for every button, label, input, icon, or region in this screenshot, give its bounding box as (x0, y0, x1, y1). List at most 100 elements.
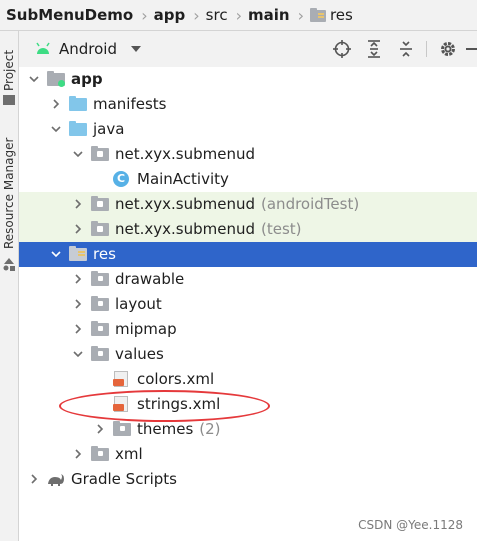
tree-item-name: strings.xml (137, 395, 221, 413)
chevron-down-icon[interactable] (49, 247, 63, 261)
tree-item-name: net.xyx.submenud (115, 195, 256, 213)
chevron-right-icon[interactable] (71, 222, 85, 236)
tool-window-strip: Project Resource Manager (0, 31, 19, 541)
breadcrumb-item-project[interactable]: SubMenuDemo (0, 6, 133, 24)
tree-item-java[interactable]: java (19, 117, 477, 142)
folder-icon (91, 296, 109, 312)
xml-file-icon (113, 371, 131, 387)
res-folder-icon (309, 8, 326, 22)
tree-item-manifests[interactable]: manifests (19, 92, 477, 117)
tree-item-name: app (71, 70, 103, 88)
tree-item-mainactivity[interactable]: C MainActivity (19, 167, 477, 192)
tree-item-label: themes (2) (137, 420, 221, 438)
tree-item-name: values (115, 345, 164, 363)
resource-manager-tool-tab[interactable]: Resource Manager (0, 131, 18, 249)
chevron-right-icon[interactable] (71, 297, 85, 311)
tree-item-label: values (115, 345, 164, 363)
project-tool-tab[interactable]: Project (0, 35, 18, 91)
tree-item-label: mipmap (115, 320, 177, 338)
tree-item-label: colors.xml (137, 370, 214, 388)
tree-item-label: net.xyx.submenud (androidTest) (115, 195, 359, 213)
tree-item-drawable[interactable]: drawable (19, 267, 477, 292)
tree-item-name: xml (115, 445, 143, 463)
chevron-down-icon (131, 46, 141, 52)
tree-item-values[interactable]: values (19, 342, 477, 367)
tree-item-label: manifests (93, 95, 167, 113)
tree-item-label: net.xyx.submenud (115, 145, 255, 163)
tree-item-strings-xml[interactable]: strings.xml (19, 392, 477, 417)
folder-icon (91, 321, 109, 337)
tree-item-app[interactable]: app (19, 67, 477, 92)
breadcrumb-item-src[interactable]: src (200, 6, 228, 24)
chevron-down-icon[interactable] (71, 347, 85, 361)
settings-button[interactable] (438, 39, 458, 59)
collapse-all-button[interactable] (396, 39, 416, 59)
tree-item-suffix: (androidTest) (261, 195, 360, 213)
tree-item-colors-xml[interactable]: colors.xml (19, 367, 477, 392)
tree-item-name: colors.xml (137, 370, 215, 388)
module-folder-icon (47, 71, 65, 87)
tree-item-xml[interactable]: xml (19, 442, 477, 467)
chevron-right-icon[interactable] (93, 422, 107, 436)
class-icon: C (113, 171, 131, 187)
resource-manager-icon (3, 258, 15, 271)
chevron-down-icon[interactable] (49, 122, 63, 136)
tree-item-package[interactable]: net.xyx.submenud (19, 142, 477, 167)
chevron-right-icon[interactable] (71, 322, 85, 336)
package-icon (91, 196, 109, 212)
gradle-icon (47, 471, 65, 487)
chevron-right-icon[interactable] (27, 472, 41, 486)
watermark: CSDN @Yee.1128 (358, 518, 463, 532)
chevron-right-icon[interactable] (71, 197, 85, 211)
project-tree: app manifests java net.xyx.submenud C MainAct… (19, 67, 477, 541)
minimize-icon (466, 47, 477, 50)
chevron-right-icon[interactable] (49, 97, 63, 111)
tree-item-name: Gradle Scripts (71, 470, 177, 488)
tree-item-name: mipmap (115, 320, 177, 338)
crosshair-icon (333, 40, 351, 58)
tree-item-name: net.xyx.submenud (115, 145, 256, 163)
breadcrumb-label: main (247, 6, 290, 24)
chevron-right-icon[interactable] (71, 447, 85, 461)
tree-item-themes[interactable]: themes (2) (19, 417, 477, 442)
breadcrumb-item-main[interactable]: main (242, 6, 290, 24)
tree-item-package-androidtest[interactable]: net.xyx.submenud (androidTest) (19, 192, 477, 217)
tree-item-label: app (71, 70, 103, 88)
tree-item-label: xml (115, 445, 143, 463)
breadcrumb-label: SubMenuDemo (6, 6, 134, 24)
chevron-right-icon[interactable] (71, 272, 85, 286)
breadcrumb-label: src (205, 6, 228, 24)
folder-icon (91, 446, 109, 462)
breadcrumb-item-res[interactable]: res (304, 6, 353, 24)
tree-item-label: drawable (115, 270, 184, 288)
tree-item-gradle-scripts[interactable]: Gradle Scripts (19, 467, 477, 492)
chevron-down-icon[interactable] (71, 147, 85, 161)
tree-item-name: manifests (93, 95, 167, 113)
tree-item-label: strings.xml (137, 395, 220, 413)
folder-icon (113, 421, 131, 437)
select-opened-file-button[interactable] (332, 39, 352, 59)
resource-manager-tab-label: Resource Manager (2, 137, 16, 249)
tree-item-name: res (93, 245, 116, 263)
breadcrumb-item-app[interactable]: app (148, 6, 186, 24)
tree-item-label: layout (115, 295, 162, 313)
view-mode-dropdown[interactable]: Android (35, 40, 141, 58)
tree-item-name: net.xyx.submenud (115, 220, 256, 238)
tree-item-label: java (93, 120, 124, 138)
tree-item-res[interactable]: res (19, 242, 477, 267)
breadcrumb-label: res (329, 6, 353, 24)
tree-item-label: net.xyx.submenud (test) (115, 220, 302, 238)
tree-item-name: layout (115, 295, 162, 313)
hide-panel-button[interactable] (466, 39, 477, 59)
folder-icon (91, 271, 109, 287)
tree-item-package-test[interactable]: net.xyx.submenud (test) (19, 217, 477, 242)
tree-item-name: java (93, 120, 125, 138)
tree-item-label: MainActivity (137, 170, 229, 188)
tree-item-layout[interactable]: layout (19, 292, 477, 317)
tree-item-mipmap[interactable]: mipmap (19, 317, 477, 342)
tree-item-name: drawable (115, 270, 185, 288)
package-icon (91, 146, 109, 162)
view-mode-label: Android (59, 40, 117, 58)
expand-all-button[interactable] (364, 39, 384, 59)
chevron-down-icon[interactable] (27, 72, 41, 86)
